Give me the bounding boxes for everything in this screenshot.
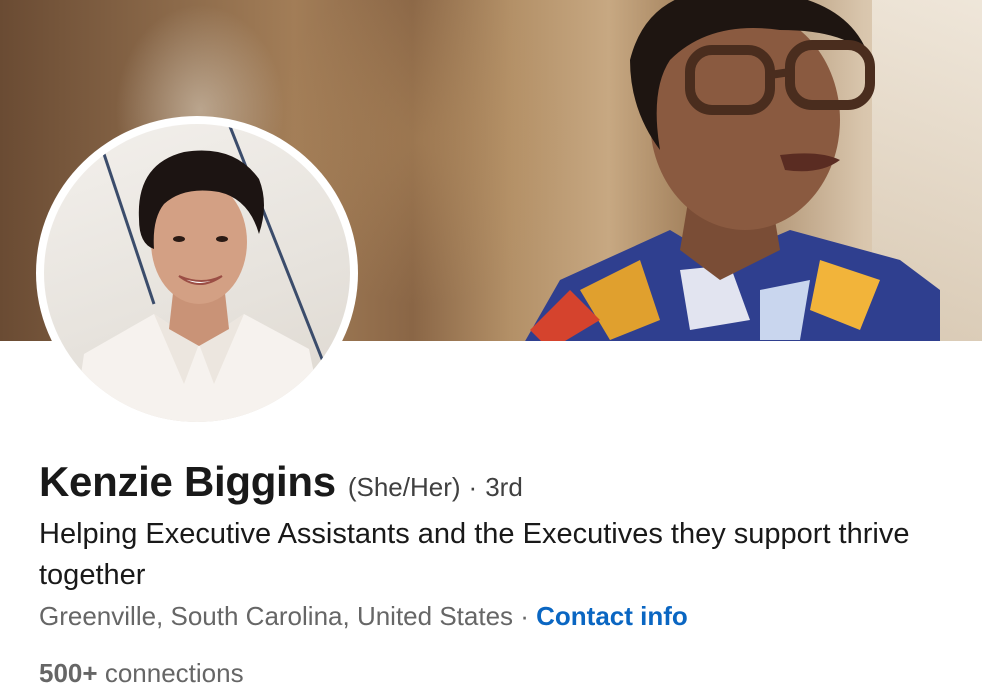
connection-degree-separator: · xyxy=(468,472,478,502)
profile-pronouns: (She/Her) xyxy=(347,472,461,502)
location-separator: · xyxy=(513,601,537,631)
profile-photo-illustration xyxy=(74,124,326,422)
connection-degree: 3rd xyxy=(485,472,523,502)
cover-person-illustration xyxy=(525,0,940,341)
contact-info-link[interactable]: Contact info xyxy=(536,601,688,631)
connections-count: 500+ xyxy=(39,658,98,688)
profile-name-row: Kenzie Biggins (She/Her) · 3rd xyxy=(39,458,523,514)
connections-row[interactable]: 500+ connections xyxy=(39,658,244,694)
profile-headline: Helping Executive Assistants and the Exe… xyxy=(39,518,910,591)
profile-name: Kenzie Biggins xyxy=(39,458,336,505)
connections-label: connections xyxy=(104,658,244,688)
profile-location-row: Greenville, South Carolina, United State… xyxy=(39,601,688,639)
profile-location: Greenville, South Carolina, United State… xyxy=(39,601,514,631)
profile-photo[interactable] xyxy=(44,124,350,422)
